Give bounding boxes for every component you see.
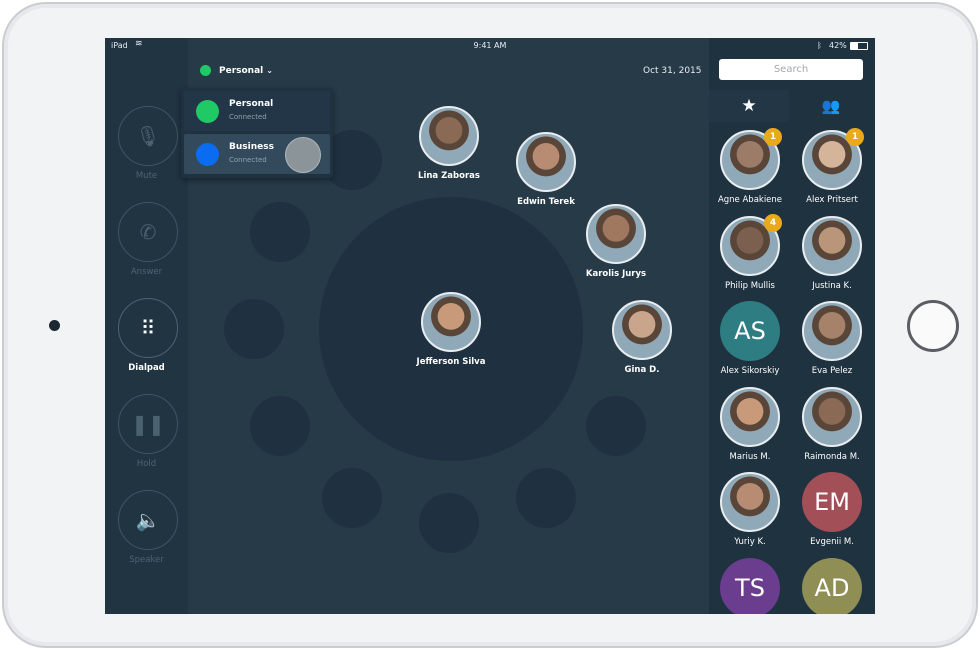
status-dot xyxy=(196,143,219,166)
camera xyxy=(49,320,60,331)
contact-avatar[interactable]: TS xyxy=(720,557,780,614)
empty-slot[interactable] xyxy=(250,202,310,262)
control-label: Speaker xyxy=(129,555,164,565)
account-name: Personal xyxy=(229,99,274,109)
contact-avatar[interactable]: AD xyxy=(802,557,862,614)
contact-name: Jefferson Silva xyxy=(416,357,486,367)
account-dropdown: Personal Connected Business Connected xyxy=(181,88,333,178)
dialpad-icon: ⠿ xyxy=(140,316,156,340)
contact-name: Evgenii M. xyxy=(810,537,854,547)
phone-icon: ✆ xyxy=(139,220,157,244)
contact-name: Lina Zaboras xyxy=(418,171,480,181)
contact-avatar[interactable] xyxy=(802,301,862,361)
control-label: Mute xyxy=(135,171,158,181)
contact-name: Karolis Jurys xyxy=(585,269,647,279)
contact-avatar[interactable] xyxy=(720,386,780,447)
empty-slot[interactable] xyxy=(516,468,576,528)
bluetooth-icon: ᛒ xyxy=(817,41,822,50)
contacts-icon: 👥 xyxy=(821,97,841,115)
empty-slot[interactable] xyxy=(250,396,310,456)
battery-percent: 42% xyxy=(829,41,847,50)
favorites-panel: Search ★ 👥 Agne Abakiene 1 Alex Pritsert 1 P… xyxy=(709,38,875,614)
contact-name: Raimonda M. xyxy=(804,451,860,462)
search-input[interactable]: Search xyxy=(719,59,863,80)
contact-avatar[interactable] xyxy=(720,472,780,532)
control-label: Hold xyxy=(136,459,157,469)
contact-name: Alex Pritsert xyxy=(806,195,858,205)
account-selected: Personal xyxy=(219,65,264,76)
unread-badge: 4 xyxy=(764,213,782,232)
tab-contacts[interactable]: 👥 xyxy=(791,90,871,122)
mute-button[interactable]: 🎙 xyxy=(118,106,178,166)
account-option-business[interactable]: Business Connected xyxy=(184,134,330,174)
pause-icon: ❚❚ xyxy=(131,412,165,436)
account-option-personal[interactable]: Personal Connected xyxy=(184,91,330,131)
contact-name: Eva Pelez xyxy=(811,366,853,376)
date-label: Oct 31, 2015 xyxy=(643,66,702,76)
contact-name: Gina D. xyxy=(624,365,660,375)
contact-avatar[interactable] xyxy=(421,292,481,352)
control-label: Answer xyxy=(130,267,163,277)
contact-name: Justina K. xyxy=(812,280,852,291)
empty-slot[interactable] xyxy=(419,493,479,553)
contact-name: Edwin Terek xyxy=(517,197,575,207)
empty-slot[interactable] xyxy=(586,396,646,456)
app-screen: 🎙 Mute ✆ Answer ⠿ Dialpad ❚❚ Hold 🔈 Speaker Perso… xyxy=(105,38,875,614)
empty-slot[interactable] xyxy=(224,299,284,359)
battery-icon xyxy=(850,42,868,50)
chevron-down-icon: ⌄ xyxy=(266,66,273,75)
contact-avatar[interactable] xyxy=(419,106,479,166)
account-name: Business xyxy=(229,142,274,152)
account-status: Connected xyxy=(229,113,267,121)
control-label: Dialpad xyxy=(128,363,165,373)
empty-slot[interactable] xyxy=(322,468,382,528)
clock: 9:41 AM xyxy=(473,41,507,50)
answer-button[interactable]: ✆ xyxy=(118,202,178,262)
touch-indicator xyxy=(285,137,321,173)
account-status-dot xyxy=(200,65,211,76)
tab-favorites[interactable]: ★ xyxy=(709,90,789,122)
hold-button[interactable]: ❚❚ xyxy=(118,394,178,454)
account-status: Connected xyxy=(229,156,267,164)
contact-avatar[interactable] xyxy=(802,386,862,447)
status-dot xyxy=(196,100,219,123)
contact-avatar[interactable] xyxy=(516,132,576,192)
speaker-icon: 🔈 xyxy=(135,508,161,532)
account-selector[interactable]: Personal ⌄ xyxy=(200,65,273,76)
contact-avatar[interactable] xyxy=(802,215,862,276)
contact-avatar[interactable]: EM xyxy=(802,472,862,532)
unread-badge: 1 xyxy=(846,128,864,146)
home-button[interactable] xyxy=(907,300,959,352)
status-bar: iPad ≋ 9:41 AM ᛒ 42% xyxy=(105,38,875,54)
contact-avatar[interactable] xyxy=(586,204,646,264)
contact-avatar[interactable]: AS xyxy=(720,301,780,361)
dialpad-button[interactable]: ⠿ xyxy=(118,298,178,358)
mic-off-icon: 🎙 xyxy=(135,124,161,148)
unread-badge: 1 xyxy=(764,128,782,146)
speaker-button[interactable]: 🔈 xyxy=(118,490,178,550)
call-controls-sidebar: 🎙 Mute ✆ Answer ⠿ Dialpad ❚❚ Hold 🔈 Speaker xyxy=(105,38,188,614)
star-icon: ★ xyxy=(741,96,757,116)
contact-avatar[interactable] xyxy=(612,300,672,360)
